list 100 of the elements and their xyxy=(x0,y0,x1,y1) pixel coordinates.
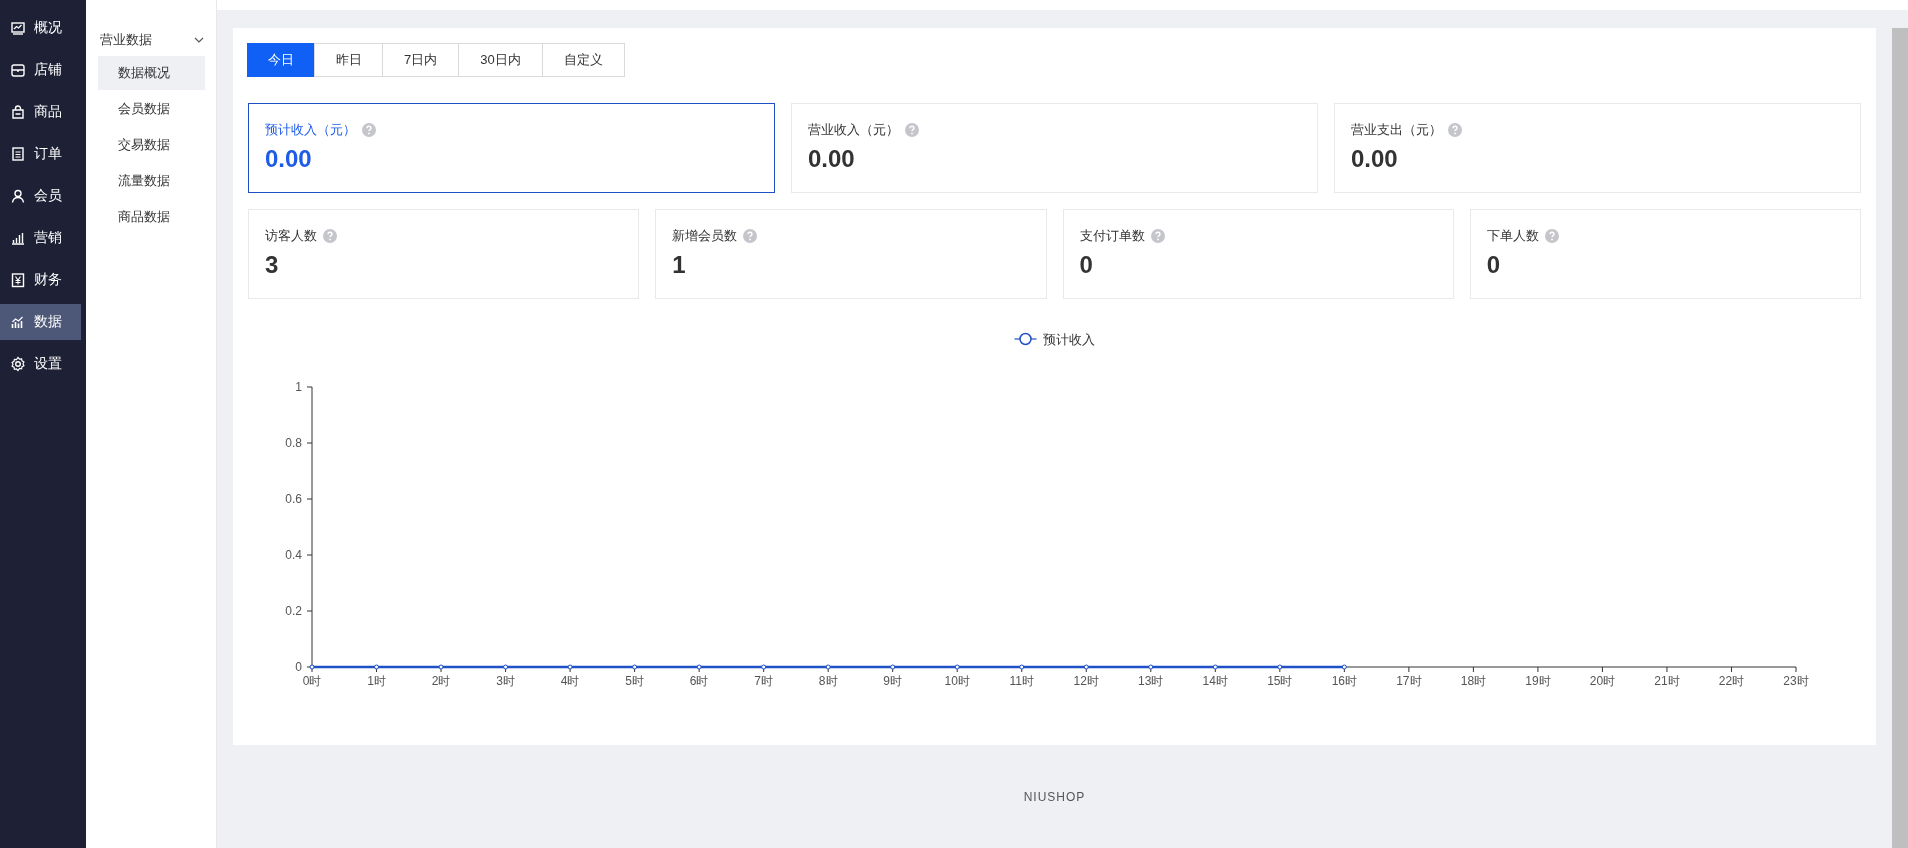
stat-label: 支付订单数 xyxy=(1079,227,1145,245)
data-point xyxy=(825,664,831,670)
data-point xyxy=(309,664,315,670)
stat-card[interactable]: 支付订单数 0 xyxy=(1062,209,1454,299)
store-icon xyxy=(10,62,26,78)
bar-chart-icon xyxy=(10,230,26,246)
submenu-item[interactable]: 商品数据 xyxy=(98,200,205,234)
y-tick-label: 0.8 xyxy=(285,436,302,450)
x-tick-label: 7时 xyxy=(754,674,773,688)
stat-label: 营业支出（元） xyxy=(1351,121,1442,139)
y-tick-label: 0.2 xyxy=(285,604,302,618)
submenu-item[interactable]: 流量数据 xyxy=(98,164,205,198)
x-tick-label: 21时 xyxy=(1654,674,1680,688)
scrollbar[interactable] xyxy=(1892,28,1908,848)
help-icon xyxy=(1544,229,1559,243)
data-point xyxy=(761,664,767,670)
data-point xyxy=(567,664,573,670)
sidebar-item[interactable]: 订单 xyxy=(0,136,81,172)
y-tick-label: 1 xyxy=(295,380,302,394)
help-icon xyxy=(362,123,376,137)
chart-trend-icon xyxy=(10,314,26,330)
y-tick-label: 0.6 xyxy=(285,492,302,506)
stat-value: 3 xyxy=(265,251,279,279)
date-tab[interactable]: 7日内 xyxy=(382,43,459,77)
y-tick-label: 0.4 xyxy=(285,548,302,562)
data-point xyxy=(1083,664,1089,670)
stat-value: 0 xyxy=(1079,251,1093,279)
x-tick-label: 18时 xyxy=(1460,674,1487,688)
data-point xyxy=(1019,664,1025,670)
help-icon xyxy=(323,229,337,243)
data-point xyxy=(503,664,509,670)
data-point xyxy=(1277,664,1283,670)
sidebar-item[interactable]: 店铺 xyxy=(0,52,81,88)
sidebar-item[interactable]: 会员 xyxy=(0,178,81,214)
stat-value: 0.00 xyxy=(1351,145,1398,173)
legend-label: 预计收入 xyxy=(1042,332,1095,347)
x-tick-label: 13时 xyxy=(1138,674,1164,688)
data-point xyxy=(1341,664,1347,670)
stat-card[interactable]: 营业收入（元） 0.00 xyxy=(791,103,1318,193)
legend-icon[interactable] xyxy=(1013,332,1038,346)
help-icon xyxy=(1150,229,1165,243)
sidebar-item[interactable]: 商品 xyxy=(0,94,81,130)
x-tick-label: 11时 xyxy=(1009,674,1034,688)
sidebar-item[interactable]: 营销 xyxy=(0,220,81,256)
x-tick-label: 22时 xyxy=(1718,674,1745,688)
x-tick-label: 12时 xyxy=(1073,674,1099,688)
document-icon xyxy=(10,146,26,162)
x-tick-label: 0时 xyxy=(302,674,322,688)
stat-card[interactable]: 下单人数 0 xyxy=(1469,209,1861,299)
sidebar-item[interactable]: 设置 xyxy=(0,346,81,382)
data-point xyxy=(1148,664,1154,670)
data-point xyxy=(890,664,896,670)
data-point xyxy=(696,664,702,670)
stat-label: 新增会员数 xyxy=(672,227,738,245)
data-point xyxy=(438,664,444,670)
y-tick-label: 0 xyxy=(295,660,302,674)
x-tick-label: 2时 xyxy=(431,674,451,688)
x-tick-label: 16时 xyxy=(1331,674,1358,688)
date-tab[interactable]: 今日 xyxy=(247,43,315,77)
x-tick-label: 20时 xyxy=(1589,674,1616,688)
date-tab[interactable]: 30日内 xyxy=(458,43,543,77)
sidebar-item[interactable]: 财务 xyxy=(0,262,81,298)
footer-brand: NIUSHOP xyxy=(1023,789,1086,804)
sidebar-item[interactable]: 概况 xyxy=(0,10,81,46)
bag-icon xyxy=(10,104,26,120)
yuan-document-icon xyxy=(10,272,26,288)
stat-card[interactable]: 访客人数 3 xyxy=(248,209,640,299)
x-tick-label: 8时 xyxy=(818,674,838,688)
stat-value: 1 xyxy=(672,251,686,279)
submenu-item[interactable]: 会员数据 xyxy=(98,92,205,126)
help-icon xyxy=(1448,123,1462,137)
stat-label: 预计收入（元） xyxy=(265,121,356,139)
data-point xyxy=(374,664,379,670)
x-tick-label: 3时 xyxy=(496,674,515,688)
date-tab[interactable]: 昨日 xyxy=(314,43,383,77)
x-tick-label: 15时 xyxy=(1267,674,1293,688)
stat-label: 下单人数 xyxy=(1486,227,1539,245)
stat-card[interactable]: 预计收入（元） 0.00 xyxy=(248,103,775,193)
x-tick-label: 10时 xyxy=(944,674,970,688)
x-tick-label: 1时 xyxy=(367,674,386,688)
stat-card[interactable]: 新增会员数 1 xyxy=(655,209,1047,299)
submenu-item[interactable]: 数据概况 xyxy=(98,56,205,90)
x-tick-label: 19时 xyxy=(1525,674,1551,688)
help-icon xyxy=(905,123,919,137)
chart-monitor-icon xyxy=(10,20,26,36)
stat-value: 0 xyxy=(1486,251,1501,279)
user-icon xyxy=(10,188,26,204)
menu-group-header[interactable]: 营业数据 xyxy=(98,26,205,54)
help-icon xyxy=(743,229,758,243)
stat-label: 营业收入（元） xyxy=(808,121,899,139)
x-tick-label: 9时 xyxy=(883,674,903,688)
x-tick-label: 5时 xyxy=(625,674,644,688)
sidebar-item[interactable]: 数据 xyxy=(0,304,81,340)
x-tick-label: 17时 xyxy=(1396,674,1422,688)
submenu-item[interactable]: 交易数据 xyxy=(98,128,205,162)
stat-card[interactable]: 营业支出（元） 0.00 xyxy=(1334,103,1861,193)
x-tick-label: 23时 xyxy=(1783,674,1809,688)
data-point xyxy=(954,664,960,670)
date-tab[interactable]: 自定义 xyxy=(542,43,625,77)
stat-value: 0.00 xyxy=(808,145,855,173)
